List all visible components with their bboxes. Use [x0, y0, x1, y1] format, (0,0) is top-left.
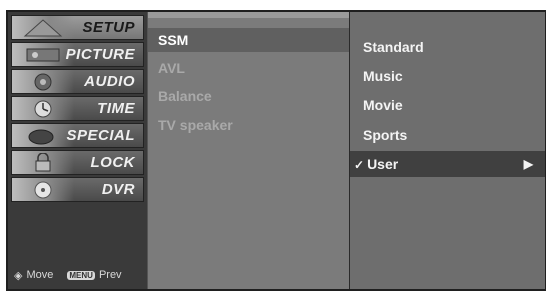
menu-item-special[interactable]: SPECIAL — [11, 123, 144, 148]
hint-move-label: Move — [26, 269, 54, 281]
menu-item-label: PICTURE — [65, 46, 135, 63]
menu-item-label: SETUP — [82, 19, 135, 36]
option-user-label: User — [367, 156, 399, 172]
option-standard[interactable]: Standard — [350, 34, 545, 60]
option-movie[interactable]: Movie — [350, 92, 545, 118]
submenu-item-balance[interactable]: Balance — [148, 84, 350, 108]
clock-icon — [12, 97, 74, 120]
submenu-item-ssm[interactable]: SSM — [148, 28, 350, 52]
menu-item-label: AUDIO — [84, 73, 135, 90]
arrow-right-icon: ▶ — [523, 157, 533, 171]
menu-item-label: DVR — [101, 181, 135, 198]
main-menu-sidebar: SETUP PICTURE AUDIO TIME SPECIAL LOCK DV… — [8, 12, 147, 289]
checkmark-icon: ✓ — [354, 158, 365, 172]
option-user[interactable]: ✓ User ▶ — [350, 151, 545, 177]
menu-item-dvr[interactable]: DVR — [11, 177, 144, 202]
dvr-icon — [12, 178, 74, 201]
submenu-item-tv-speaker[interactable]: TV speaker — [148, 113, 350, 137]
tv-menu-frame: SETUP PICTURE AUDIO TIME SPECIAL LOCK DV… — [6, 10, 546, 291]
submenu-item-avl[interactable]: AVL — [148, 56, 350, 80]
menu-item-lock[interactable]: LOCK — [11, 150, 144, 175]
hint-prev-label: Prev — [98, 269, 122, 281]
menu-item-time[interactable]: TIME — [11, 96, 144, 121]
menu-item-label: LOCK — [90, 154, 135, 171]
submenu-top-bar — [148, 12, 350, 18]
audio-icon — [12, 70, 74, 93]
move-icon: ◈ — [14, 269, 23, 282]
lock-icon — [12, 151, 74, 174]
submenu-panel: SSM AVL Balance TV speaker — [147, 12, 350, 289]
menu-item-setup[interactable]: SETUP — [11, 15, 144, 40]
menu-item-audio[interactable]: AUDIO — [11, 69, 144, 94]
special-icon — [12, 124, 74, 147]
option-music[interactable]: Music — [350, 63, 545, 89]
option-sports[interactable]: Sports — [350, 122, 545, 148]
menu-item-picture[interactable]: PICTURE — [11, 42, 144, 67]
options-panel: Standard Music Movie Sports ✓ User ▶ — [349, 12, 545, 289]
key-hints: ◈ Move MENU Prev — [14, 267, 144, 283]
setup-icon — [12, 16, 74, 39]
menu-item-label: SPECIAL — [66, 127, 135, 144]
menu-item-label: TIME — [97, 100, 135, 117]
menu-key-icon: MENU — [67, 270, 95, 280]
